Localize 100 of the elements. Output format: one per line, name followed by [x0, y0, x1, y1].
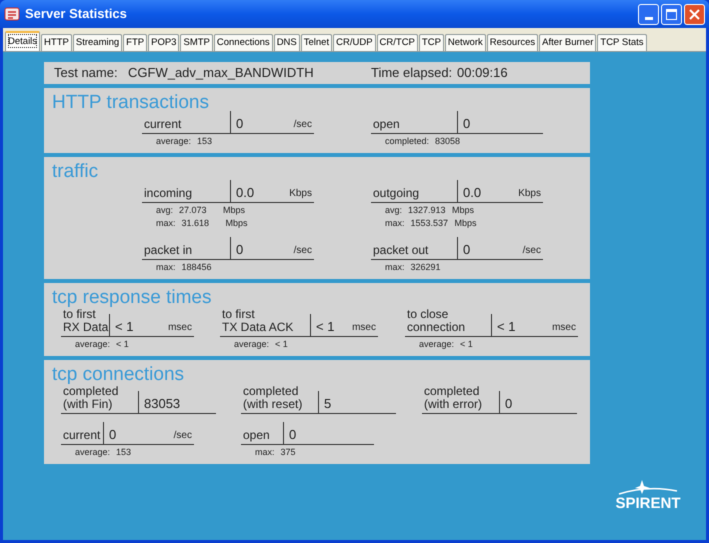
meter-value: 0 [289, 427, 296, 442]
stat-value: < 1 [116, 339, 130, 350]
time-elapsed-label: Time elapsed: [371, 64, 454, 82]
meter-value: 83053 [144, 396, 180, 411]
tab[interactable]: Connections [214, 34, 273, 51]
stat-unit: Mbps [226, 218, 248, 229]
stat-value: 153 [116, 447, 132, 458]
tab[interactable]: CR/TCP [376, 34, 418, 51]
stat-value: 31.618 [182, 218, 210, 229]
minimize-icon [644, 16, 652, 20]
unit-label: msec [168, 322, 192, 334]
section-title: traffic [52, 161, 100, 183]
stat-label: average: [419, 339, 454, 350]
tab[interactable]: CR/UDP [333, 34, 376, 51]
meter-label: current [62, 429, 102, 444]
minimize-button[interactable] [638, 4, 659, 24]
meter-value: 0 [236, 116, 244, 131]
stat-value: 188456 [182, 262, 213, 273]
window-title: Server Statistics [25, 5, 127, 24]
stat-label: max: [255, 447, 275, 458]
stat-value: 1327.913 [408, 205, 446, 216]
meter-label: incoming [143, 187, 194, 202]
meter-label: to first RX Data [62, 308, 109, 336]
stat-value: 1553.537 [410, 218, 449, 229]
meter-value: 0 [505, 396, 512, 411]
tab[interactable]: Telnet [300, 34, 332, 51]
meter-value: 5 [324, 396, 332, 411]
meter-label: packet in [143, 244, 194, 259]
stat-label: avg: [156, 205, 174, 216]
meter-value: < 1 [115, 319, 134, 334]
meter-value: 0.0 [463, 185, 482, 200]
tab[interactable]: DNS [274, 34, 300, 51]
meter-value: 0 [109, 427, 116, 442]
tab[interactable]: Details [5, 31, 40, 51]
tab[interactable]: Resources [486, 34, 538, 51]
stat-value: 153 [197, 136, 214, 147]
tab[interactable]: FTP [123, 34, 148, 51]
maximize-icon [666, 8, 677, 20]
app-icon [4, 6, 20, 22]
stat-label: max: [385, 262, 405, 273]
stat-unit: Mbps [452, 205, 474, 216]
tab[interactable]: Network [444, 34, 486, 51]
unit-label: /sec [294, 119, 312, 131]
stat-label: average: [156, 136, 192, 147]
meter-label: to first TX Data ACK [221, 308, 294, 336]
meter-value: < 1 [316, 319, 334, 334]
stat-label: average: [75, 447, 110, 458]
meter-label: open [242, 429, 271, 444]
stat-label: avg: [385, 205, 402, 216]
stat-value: 27.073 [179, 205, 208, 216]
stat-label: completed: [385, 136, 430, 147]
tab[interactable]: TCP Stats [597, 34, 647, 51]
meter-value: 0 [236, 242, 244, 257]
section-title: tcp response times [52, 287, 212, 309]
stat-unit: Mbps [223, 205, 246, 216]
stat-value: 326291 [410, 262, 442, 273]
meter-label: to close connection [406, 308, 466, 336]
maximize-button[interactable] [661, 4, 682, 24]
meter-label: packet out [372, 244, 430, 259]
tab[interactable]: HTTP [41, 34, 72, 51]
stat-label: max: [385, 218, 405, 229]
meter-label: completed (with error) [423, 385, 484, 413]
meter-value: 0.0 [236, 185, 254, 200]
unit-label: /sec [294, 245, 312, 257]
stat-label: max: [156, 218, 176, 229]
stat-value: 375 [280, 447, 297, 458]
unit-label: msec [352, 322, 376, 334]
meter-label: completed (with reset) [242, 385, 304, 413]
meter-value: < 1 [497, 319, 516, 334]
unit-label: msec [552, 322, 576, 334]
stat-unit: Mbps [454, 218, 477, 229]
stat-value: 83058 [435, 136, 462, 147]
tab[interactable]: Streaming [72, 34, 122, 51]
unit-label: Kbps [518, 188, 541, 200]
meter-value: 0 [463, 242, 470, 257]
stat-value: < 1 [275, 339, 289, 350]
unit-label: /sec [522, 245, 541, 257]
time-elapsed-value: 00:09:16 [457, 64, 508, 82]
meter-label: open [372, 118, 401, 133]
tab[interactable]: SMTP [180, 34, 213, 51]
unit-label: /sec [174, 430, 192, 442]
tab[interactable]: POP3 [148, 34, 180, 51]
tab[interactable]: TCP [418, 34, 444, 51]
unit-label: Kbps [289, 188, 312, 200]
meter-value: 0 [463, 116, 470, 131]
meter-label: completed (with Fin) [62, 385, 120, 413]
stat-label: average: [75, 339, 110, 350]
section-title: HTTP transactions [52, 92, 210, 114]
stat-label: max: [156, 262, 176, 273]
stat-value: < 1 [460, 339, 474, 350]
section-title: tcp connections [52, 364, 186, 386]
test-name-label: Test name: [54, 64, 119, 82]
close-button[interactable] [684, 4, 705, 24]
stat-label: average: [234, 339, 270, 350]
meter-label: outgoing [372, 187, 420, 202]
logo-text: SPIRENT [615, 495, 680, 512]
test-name-value: CGFW_adv_max_BANDWIDTH [128, 64, 315, 82]
meter-label: current [143, 118, 182, 133]
tab[interactable]: After Burner [539, 34, 596, 51]
close-icon [689, 8, 700, 20]
